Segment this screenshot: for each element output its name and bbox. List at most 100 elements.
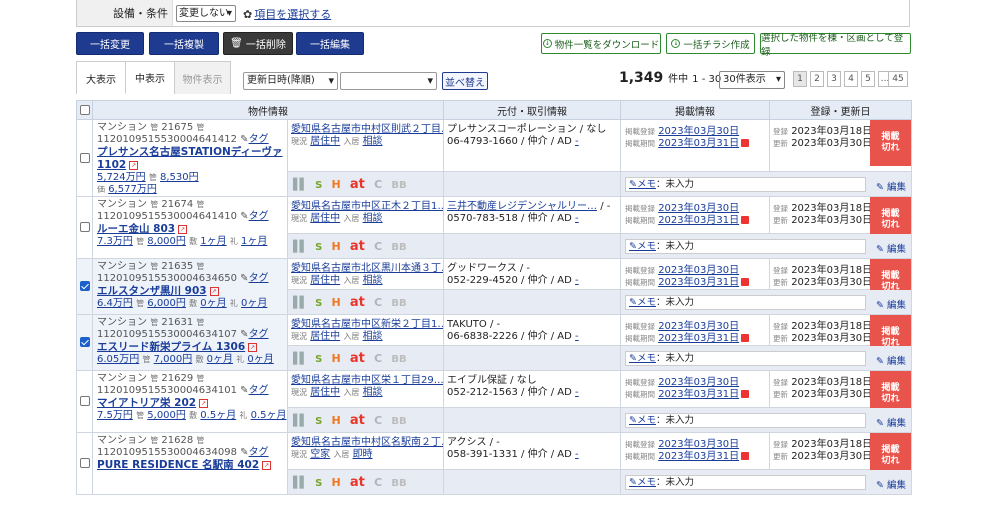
memo-link[interactable]: ✎メモ [629,415,656,426]
address-link[interactable]: 愛知県名古屋市中区新栄２丁目1… [291,319,443,330]
key-money[interactable]: 1ヶ月 [241,236,267,247]
c-icon[interactable]: C [374,296,382,309]
tag-icon[interactable]: ✎タグ [240,134,268,145]
ad-link[interactable]: - [575,331,579,342]
homes-icon[interactable]: H [332,352,341,365]
movein-link[interactable]: 相談 [363,331,383,342]
price[interactable]: 6.05万円 [97,354,139,365]
property-name[interactable]: エルスタンザ黒川 903 [97,285,207,297]
maintenance-fee[interactable]: 7,000円 [154,354,193,365]
property-room[interactable]: 1102 [97,159,126,171]
status-link[interactable]: 居住中 [310,275,340,286]
external-link-icon[interactable]: ↗ [178,224,188,234]
listing-registered[interactable]: 2023年03月30日 [658,126,739,137]
c-icon[interactable]: C [374,352,382,365]
price[interactable]: 7.5万円 [97,410,133,421]
status-link[interactable]: 居住中 [310,136,340,147]
price[interactable]: 7.3万円 [97,236,133,247]
sort-order-select[interactable]: 更新日時(降順) [243,72,338,90]
tab-medium-view[interactable]: 中表示 [125,61,175,94]
bb-icon[interactable]: BB [391,180,406,191]
property-name[interactable]: PURE RESIDENCE 名駅南 402 [97,459,259,471]
external-link-icon[interactable]: ↗ [248,342,258,352]
homes-icon[interactable]: H [332,178,341,191]
listing-period[interactable]: 2023年03月31日 [658,389,739,400]
per-page-select[interactable]: 30件表示 [719,71,785,89]
bars-icon[interactable]: ▌▌ [293,352,308,365]
property-name[interactable]: エスリード新栄プライム 1306 [97,341,245,353]
maintenance-fee[interactable]: 8,000円 [147,236,186,247]
deposit[interactable]: 0ヶ月 [207,354,233,365]
row-checkbox[interactable] [79,152,90,163]
bulk-change-button[interactable]: 一括変更 [76,32,144,55]
memo-field[interactable]: ✎メモ：未入力 [625,295,866,310]
suumo-icon[interactable]: S [315,416,322,427]
row-checkbox[interactable] [79,281,90,291]
page-4[interactable]: 4 [844,71,858,87]
page-5[interactable]: 5 [861,71,875,87]
calendar-icon[interactable] [741,278,750,286]
memo-field[interactable]: ✎メモ：未入力 [625,177,866,192]
edit-button[interactable]: ✎ 編集 [876,241,906,255]
calendar-icon[interactable] [741,139,750,147]
key-money[interactable]: 0ヶ月 [247,354,273,365]
ad-link[interactable]: - [575,387,579,398]
memo-link[interactable]: ✎メモ [629,241,656,252]
calendar-icon[interactable] [741,452,750,460]
listing-period[interactable]: 2023年03月31日 [658,138,739,149]
property-name[interactable]: ルーエ金山 803 [97,223,175,235]
listing-registered[interactable]: 2023年03月30日 [658,377,739,388]
c-icon[interactable]: C [374,476,382,489]
external-link-icon[interactable]: ↗ [209,286,219,296]
memo-link[interactable]: ✎メモ [629,179,656,190]
page-1[interactable]: 1 [793,71,807,87]
bulk-delete-button[interactable]: 🗑 一括削除 [223,32,293,55]
ad-link[interactable]: - [575,136,579,147]
tag-icon[interactable]: ✎タグ [240,329,268,340]
memo-link[interactable]: ✎メモ [629,477,656,488]
bars-icon[interactable]: ▌▌ [293,414,308,427]
address-link[interactable]: 愛知県名古屋市中村区則武２丁目… [291,124,443,135]
row-checkbox[interactable] [79,222,90,232]
key-money[interactable]: 0.5ヶ月 [251,410,287,421]
listing-period[interactable]: 2023年03月31日 [658,451,739,462]
address-link[interactable]: 愛知県名古屋市中区正木２丁目1… [291,201,443,212]
memo-field[interactable]: ✎メモ：未入力 [625,413,866,428]
status-link[interactable]: 空家 [310,449,330,460]
homes-icon[interactable]: H [332,476,341,489]
listing-registered[interactable]: 2023年03月30日 [658,321,739,332]
address-link[interactable]: 愛知県名古屋市中区栄１丁目29… [291,375,443,386]
register-building-button[interactable]: 選択した物件を棟・区画として登録 [760,33,911,58]
equipment-select[interactable]: 変更しない [176,5,236,22]
memo-link[interactable]: ✎メモ [629,353,656,364]
suumo-icon[interactable]: S [315,180,322,191]
memo-field[interactable]: ✎メモ：未入力 [625,239,866,254]
edit-button[interactable]: ✎ 編集 [876,353,906,367]
external-link-icon[interactable]: ↗ [129,160,139,170]
price[interactable]: 6.4万円 [97,298,133,309]
bars-icon[interactable]: ▌▌ [293,178,308,191]
status-link[interactable]: 居住中 [310,331,340,342]
listing-registered[interactable]: 2023年03月30日 [658,203,739,214]
suumo-icon[interactable]: S [315,298,322,309]
bulk-flyer-button[interactable]: ↓ 一括チラシ作成 [666,33,755,54]
listing-period[interactable]: 2023年03月31日 [658,277,739,288]
price[interactable]: 5,724万円 [97,172,146,183]
bulk-copy-button[interactable]: 一括複製 [149,32,219,55]
sort-button[interactable]: 並べ替え [442,72,488,90]
bars-icon[interactable]: ▌▌ [293,240,308,253]
external-link-icon[interactable]: ↗ [199,398,209,408]
edit-button[interactable]: ✎ 編集 [876,415,906,429]
edit-button[interactable]: ✎ 編集 [876,297,906,311]
bb-icon[interactable]: BB [391,354,406,365]
bars-icon[interactable]: ▌▌ [293,296,308,309]
listing-registered[interactable]: 2023年03月30日 [658,265,739,276]
bars-icon[interactable]: ▌▌ [293,476,308,489]
suumo-icon[interactable]: S [315,478,322,489]
movein-link[interactable]: 即時 [353,449,373,460]
row-checkbox[interactable] [79,458,90,468]
calendar-icon[interactable] [741,390,750,398]
athome-icon[interactable]: at [350,413,365,428]
download-list-button[interactable]: ↓ 物件一覧をダウンロード [541,33,661,54]
maintenance-fee[interactable]: 8,530円 [160,172,199,183]
